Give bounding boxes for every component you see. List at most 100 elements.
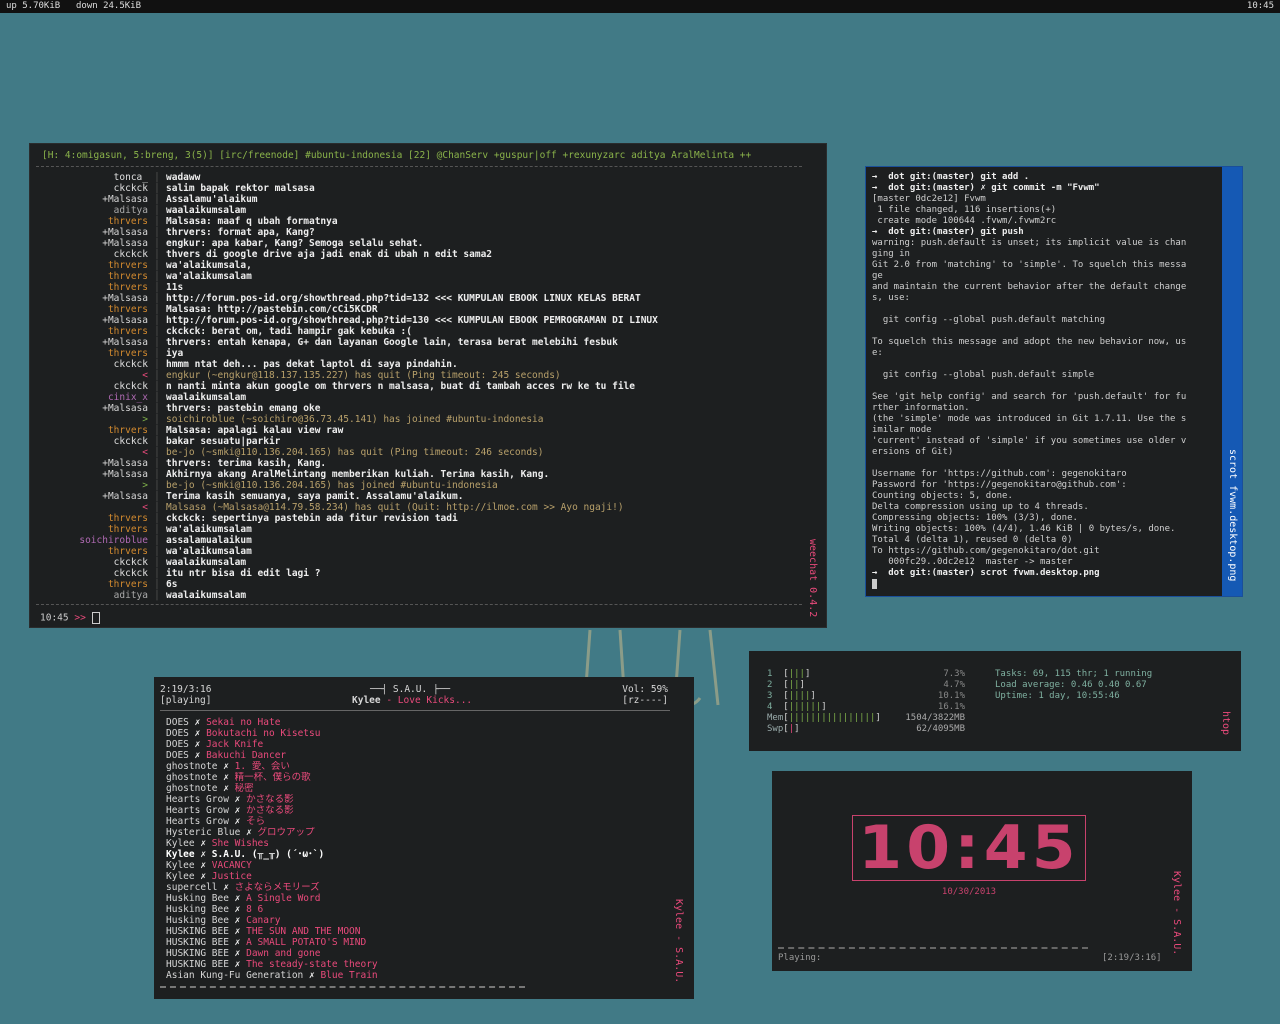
chat-nick[interactable]: aditya [36, 590, 148, 601]
chat-nick[interactable]: +Malsasa [36, 227, 148, 238]
chat-nick[interactable]: < [36, 502, 148, 513]
chat-nick[interactable]: +Malsasa [36, 337, 148, 348]
htop-window[interactable]: 1 [||| 7.3%] 2 [|| 4.7%] 3 [|||| 10.1%] 4 [|||… [749, 651, 1241, 751]
terminal-line: 'current' instead of 'simple' if you som… [872, 436, 1187, 446]
chat-nick[interactable]: +Malsasa [36, 238, 148, 249]
track-title: Sekai no Hate [206, 717, 281, 728]
music-player-window[interactable]: 2:19/3:16 ──┤ S.A.U. ├── Vol: 59% [playi… [154, 677, 694, 999]
chat-nick[interactable]: ckckck [36, 359, 148, 370]
playlist-item[interactable]: ghostnote ✗ 1. 愛、会い [166, 761, 666, 772]
chat-nick[interactable]: < [36, 370, 148, 381]
nick-separator: │ [154, 315, 160, 326]
playlist-item[interactable]: Husking Bee ✗ A Single Word [166, 893, 666, 904]
playlist-item[interactable]: Hearts Grow ✗ そら [166, 816, 666, 827]
chat-nick[interactable]: soichiroblue [36, 535, 148, 546]
chat-line: +Malsasa │ http://forum.pos-id.org/showthr… [36, 293, 806, 304]
input-cursor[interactable] [91, 612, 100, 624]
playlist-item[interactable]: HUSKING BEE ✗ THE SUN AND THE MOON [166, 926, 666, 937]
weechat-input-line[interactable]: 10:45 >> [40, 612, 100, 624]
chat-nick[interactable]: > [36, 480, 148, 491]
track-separator: ✗ [188, 750, 207, 761]
chat-nick[interactable]: +Malsasa [36, 458, 148, 469]
playlist-item[interactable]: Husking Bee ✗ Canary [166, 915, 666, 926]
chat-nick[interactable]: ckckck [36, 568, 148, 579]
playlist-item[interactable]: Hearts Grow ✗ かさなる影 [166, 805, 666, 816]
chat-line: thrvers │ ckckck: berat om, tadi hampir ga… [36, 326, 806, 337]
player-time: 2:19/3:16 [160, 684, 212, 695]
chat-nick[interactable]: thrvers [36, 348, 148, 359]
playlist-item[interactable]: HUSKING BEE ✗ A SMALL POTATO'S MIND [166, 937, 666, 948]
chat-nick[interactable]: ckckck [36, 381, 148, 392]
cpu-meter: 1 [||| 7.3%] [767, 669, 965, 679]
weechat-window[interactable]: [H: 4:omigasun, 5:breng, 3(5)] [irc/free… [29, 143, 827, 628]
playlist-item[interactable]: Kylee ✗ S.A.U. (╥_╥) (´･ω･`) [166, 849, 666, 860]
nick-separator: │ [154, 579, 160, 590]
chat-nick[interactable]: +Malsasa [36, 403, 148, 414]
playlist-item[interactable]: DOES ✗ Jack Knife [166, 739, 666, 750]
playlist-item[interactable]: Hearts Grow ✗ かさなる影 [166, 794, 666, 805]
playlist-item[interactable]: DOES ✗ Bakuchi Dancer [166, 750, 666, 761]
terminal-output[interactable]: → dot git:(master) git add . → dot git:(m… [872, 172, 1222, 579]
clock-window[interactable]: 10:45 10/30/2013 Playing: [2:19/3:16] Ky… [772, 771, 1192, 971]
chat-nick[interactable]: thrvers [36, 304, 148, 315]
terminal-line: e: [872, 348, 883, 358]
chat-nick[interactable]: +Malsasa [36, 469, 148, 480]
chat-nick[interactable]: thrvers [36, 513, 148, 524]
chat-nick[interactable]: +Malsasa [36, 491, 148, 502]
track-artist: Kylee [166, 849, 195, 860]
chat-nick[interactable]: ckckck [36, 249, 148, 260]
chat-nick[interactable]: thrvers [36, 282, 148, 293]
playlist-item[interactable]: Hysteric Blue ✗ グロウアップ [166, 827, 666, 838]
chat-nick[interactable]: thrvers [36, 326, 148, 337]
chat-nick[interactable]: thrvers [36, 260, 148, 271]
terminal-titlebar[interactable]: scrot fvwm.desktop.png [1222, 167, 1242, 596]
chat-nick[interactable]: ckckck [36, 183, 148, 194]
chat-nick[interactable]: tonca_ [36, 172, 148, 183]
download-rate: down 24.5KiB [76, 1, 142, 11]
track-title: Canary [246, 915, 281, 926]
playlist-item[interactable]: HUSKING BEE ✗ The steady-state theory [166, 959, 666, 970]
track-title: 精一杯、僕らの歌 [234, 772, 311, 783]
chat-nick[interactable]: < [36, 447, 148, 458]
playlist-item[interactable]: DOES ✗ Bokutachi no Kisetsu [166, 728, 666, 739]
playlist-item[interactable]: DOES ✗ Sekai no Hate [166, 717, 666, 728]
playlist-item[interactable]: Asian Kung-Fu Generation ✗ Blue Train [166, 970, 666, 981]
playlist-item[interactable]: ghostnote ✗ 精一杯、僕らの歌 [166, 772, 666, 783]
chat-nick[interactable]: aditya [36, 205, 148, 216]
playlist-item[interactable]: Husking Bee ✗ 8 6 [166, 904, 666, 915]
chat-buffer[interactable]: tonca_ │ wadaww ckckck │ salim bapak rektor m… [36, 172, 806, 601]
status-bar: up 5.70KiB down 24.5KiB 10:45 [0, 0, 1280, 13]
chat-nick[interactable]: thrvers [36, 216, 148, 227]
track-title: 1. 愛、会い [234, 761, 290, 772]
chat-nick[interactable]: > [36, 414, 148, 425]
chat-nick[interactable]: cinix_x [36, 392, 148, 403]
player-volume[interactable]: Vol: 59% [622, 684, 668, 695]
chat-nick[interactable]: thrvers [36, 546, 148, 557]
chat-nick[interactable]: +Malsasa [36, 293, 148, 304]
terminal-line: s, use: [872, 293, 910, 303]
playlist-item[interactable]: ghostnote ✗ 秘密 [166, 783, 666, 794]
chat-nick[interactable]: ckckck [36, 557, 148, 568]
playlist-item[interactable]: supercell ✗ さよならメモリーズ [166, 882, 666, 893]
nick-separator: │ [154, 590, 160, 601]
playlist-item[interactable]: Kylee ✗ Justice [166, 871, 666, 882]
chat-nick[interactable]: thrvers [36, 271, 148, 282]
terminal-window[interactable]: → dot git:(master) git add . → dot git:(m… [865, 166, 1243, 597]
playlist-item[interactable]: Kylee ✗ VACANCY [166, 860, 666, 871]
chat-nick[interactable]: thrvers [36, 579, 148, 590]
now-playing-artist: Kylee [352, 695, 381, 706]
chat-nick[interactable]: thrvers [36, 425, 148, 436]
nick-separator: │ [154, 348, 160, 359]
player-progress-bar[interactable] [160, 986, 525, 988]
cpu-bar: |||||| [788, 702, 822, 712]
chat-nick[interactable]: thrvers [36, 524, 148, 535]
playlist[interactable]: DOES ✗ Sekai no Hate DOES ✗ Bokutachi no … [166, 717, 666, 981]
chat-nick[interactable]: +Malsasa [36, 315, 148, 326]
nick-separator: │ [154, 535, 160, 546]
chat-message: wa'alaikumsalam [166, 271, 252, 282]
chat-nick[interactable]: +Malsasa [36, 194, 148, 205]
chat-nick[interactable]: ckckck [36, 436, 148, 447]
playlist-item[interactable]: HUSKING BEE ✗ Dawn and gone [166, 948, 666, 959]
playlist-item[interactable]: Kylee ✗ She Wishes [166, 838, 666, 849]
chat-message: ckckck: sepertinya pastebin ada fitur re… [166, 513, 458, 524]
